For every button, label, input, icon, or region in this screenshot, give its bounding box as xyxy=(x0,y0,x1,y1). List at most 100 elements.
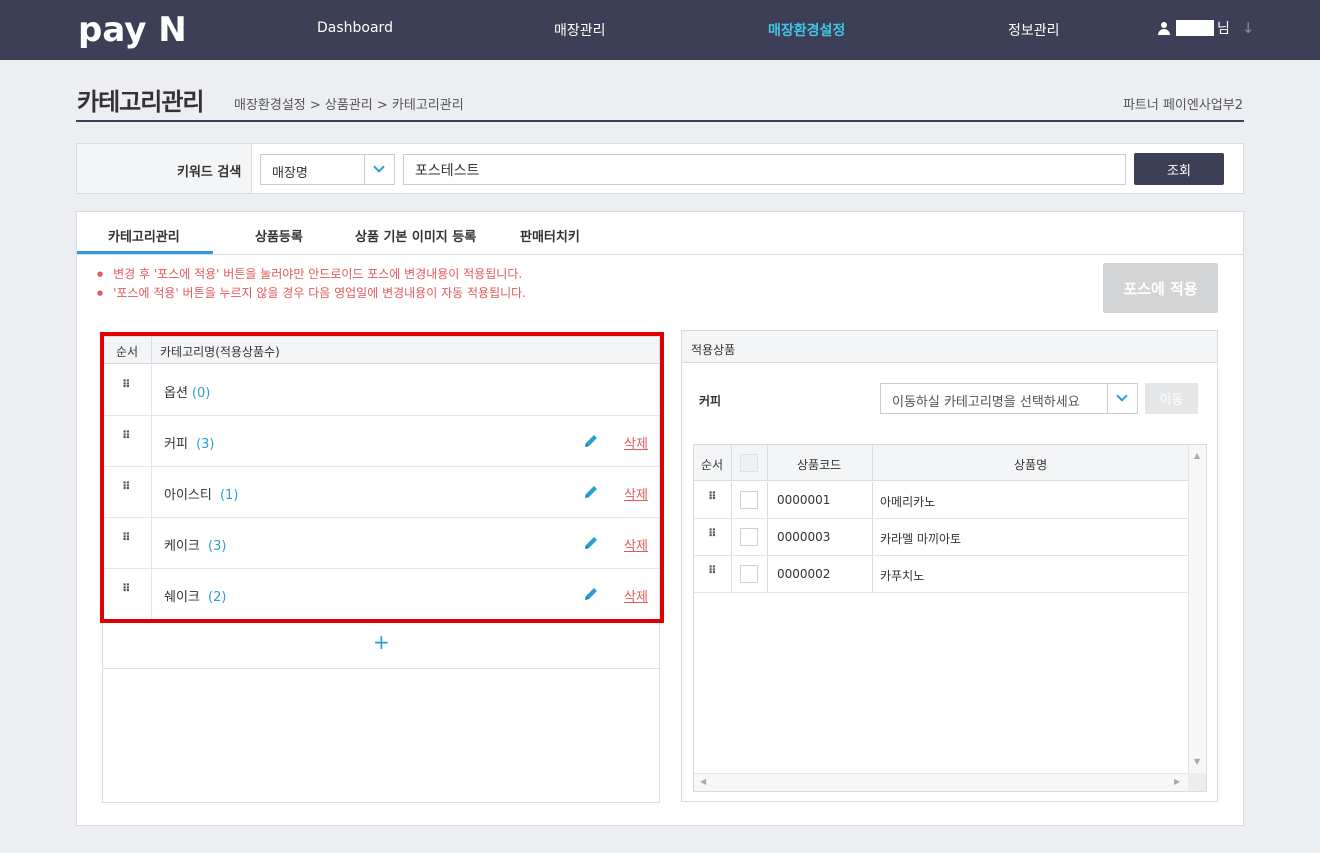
top-navbar: pay N Dashboard 매장관리 매장환경설정 정보관리 님 ↓ xyxy=(0,0,1320,60)
col-order: 순서 xyxy=(116,345,139,359)
table-row[interactable]: ⠿ 0000003 카라멜 마끼아토 xyxy=(694,519,1188,556)
tab-product-image-registration[interactable]: 상품 기본 이미지 등록 xyxy=(355,226,476,245)
search-panel: 키워드 검색 매장명 조회 xyxy=(76,143,1244,194)
product-name: 카라멜 마끼아토 xyxy=(880,532,962,546)
drag-handle-icon[interactable]: ⠿ xyxy=(122,532,131,543)
user-name-redacted xyxy=(1176,20,1214,36)
product-code: 0000002 xyxy=(777,567,831,581)
divider xyxy=(872,445,873,481)
horizontal-scrollbar[interactable]: ◀ ▶ xyxy=(694,773,1188,791)
category-name[interactable]: 쉐이크 (2) xyxy=(164,586,226,605)
product-count: (2) xyxy=(208,590,227,605)
tab-bar: 카테고리관리 상품등록 상품 기본 이미지 등록 판매터치키 xyxy=(77,212,1243,255)
arrow-down-icon[interactable]: ↓ xyxy=(1242,19,1255,37)
row-checkbox[interactable] xyxy=(740,491,758,509)
product-grid-header: 순서 상품코드 상품명 xyxy=(694,445,1188,481)
nav-dashboard[interactable]: Dashboard xyxy=(317,20,393,36)
row-checkbox[interactable] xyxy=(740,528,758,546)
divider xyxy=(767,519,768,555)
divider xyxy=(872,482,873,518)
vertical-scrollbar[interactable]: ▲ ▼ xyxy=(1188,445,1206,791)
delete-link[interactable]: 삭제 xyxy=(624,586,648,605)
divider xyxy=(151,467,152,517)
category-name[interactable]: 케이크 (3) xyxy=(164,535,226,554)
scroll-up-icon[interactable]: ▲ xyxy=(1194,451,1200,460)
category-row[interactable]: ⠿ 커피 (3) 삭제 xyxy=(103,416,659,467)
notice-list: 변경 후 '포스에 적용' 버튼을 눌러야만 안드로이드 포스에 변경내용이 적… xyxy=(97,265,526,303)
keyword-input[interactable] xyxy=(403,154,1126,185)
scrollbar-corner xyxy=(1188,773,1206,791)
divider xyxy=(872,519,873,555)
scroll-left-icon[interactable]: ◀ xyxy=(700,777,706,786)
nav-info-management[interactable]: 정보관리 xyxy=(1008,20,1060,40)
divider xyxy=(767,482,768,518)
drag-handle-icon[interactable]: ⠿ xyxy=(122,583,131,594)
category-list-panel: 순서 카테고리명(적용상품수) ⠿ 옵션 (0) ⠿ 커피 (3) 삭제 ⠿ 아이… xyxy=(102,336,660,803)
breadcrumb: 매장환경설정 > 상품관리 > 카테고리관리 xyxy=(234,98,464,113)
product-name: 아메리카노 xyxy=(880,495,936,509)
tab-category-management[interactable]: 카테고리관리 xyxy=(108,226,180,245)
plus-icon[interactable]: + xyxy=(373,630,390,654)
pencil-icon[interactable] xyxy=(583,484,599,500)
tab-sales-touch-key[interactable]: 판매터치키 xyxy=(520,226,580,245)
drag-handle-icon[interactable]: ⠿ xyxy=(708,565,717,576)
applied-products-panel: 적용상품 커피 이동하실 카테고리명을 선택하세요 이동 순서 상품코드 상품명… xyxy=(681,330,1218,802)
category-name[interactable]: 옵션 (0) xyxy=(164,382,210,401)
nav-store-settings[interactable]: 매장환경설정 xyxy=(768,20,845,40)
product-count: (3) xyxy=(196,437,215,452)
divider xyxy=(151,416,152,466)
move-button[interactable]: 이동 xyxy=(1145,383,1198,414)
category-name[interactable]: 아이스티 (1) xyxy=(164,484,238,503)
drag-handle-icon[interactable]: ⠿ xyxy=(122,430,131,441)
scroll-down-icon[interactable]: ▼ xyxy=(1194,757,1200,766)
user-menu[interactable]: 님 ↓ xyxy=(1157,18,1254,38)
pencil-icon[interactable] xyxy=(583,433,599,449)
search-type-select[interactable]: 매장명 xyxy=(260,154,395,185)
product-grid: 순서 상품코드 상품명 ⠿ 0000001 아메리카노 ⠿ 0000003 카라… xyxy=(693,444,1207,792)
category-row[interactable]: ⠿ 케이크 (3) 삭제 xyxy=(103,518,659,569)
delete-link[interactable]: 삭제 xyxy=(624,433,648,452)
nav-store-management[interactable]: 매장관리 xyxy=(554,20,606,40)
delete-link[interactable]: 삭제 xyxy=(624,535,648,554)
category-row[interactable]: ⠿ 옵션 (0) xyxy=(103,365,659,416)
move-category-placeholder: 이동하실 카테고리명을 선택하세요 xyxy=(892,395,1080,410)
category-name[interactable]: 커피 (3) xyxy=(164,433,214,452)
divider xyxy=(872,556,873,592)
product-count: (0) xyxy=(191,386,211,401)
product-name: 카푸치노 xyxy=(880,569,925,583)
pencil-icon[interactable] xyxy=(583,586,599,602)
col-product-name: 상품명 xyxy=(1014,458,1048,472)
category-row[interactable]: ⠿ 아이스티 (1) 삭제 xyxy=(103,467,659,518)
move-category-select[interactable]: 이동하실 카테고리명을 선택하세요 xyxy=(880,383,1138,414)
drag-handle-icon[interactable]: ⠿ xyxy=(708,528,717,539)
search-label: 키워드 검색 xyxy=(177,165,242,180)
chevron-down-icon xyxy=(1116,390,1128,402)
scroll-right-icon[interactable]: ▶ xyxy=(1174,777,1180,786)
table-row[interactable]: ⠿ 0000001 아메리카노 xyxy=(694,482,1188,519)
delete-link[interactable]: 삭제 xyxy=(624,484,648,503)
chevron-down-icon xyxy=(373,161,385,173)
search-button[interactable]: 조회 xyxy=(1134,153,1224,185)
select-all-checkbox[interactable] xyxy=(740,454,758,472)
add-category-row[interactable]: + xyxy=(103,620,659,669)
divider xyxy=(731,445,732,481)
drag-handle-icon[interactable]: ⠿ xyxy=(708,491,717,502)
divider xyxy=(731,482,732,518)
table-row[interactable]: ⠿ 0000002 카푸치노 xyxy=(694,556,1188,593)
user-suffix: 님 xyxy=(1217,21,1230,37)
drag-handle-icon[interactable]: ⠿ xyxy=(122,379,131,390)
select-arrow[interactable] xyxy=(1107,384,1137,413)
category-table-header: 순서 카테고리명(적용상품수) xyxy=(103,337,659,364)
product-code: 0000003 xyxy=(777,530,831,544)
partner-name: 파트너 페이엔사업부2 xyxy=(1122,98,1243,113)
apply-to-pos-button[interactable]: 포스에 적용 xyxy=(1103,263,1218,313)
tab-product-registration[interactable]: 상품등록 xyxy=(255,226,303,245)
select-arrow[interactable] xyxy=(364,155,394,184)
divider xyxy=(767,445,768,481)
pencil-icon[interactable] xyxy=(583,535,599,551)
drag-handle-icon[interactable]: ⠿ xyxy=(122,481,131,492)
payn-logo[interactable]: pay N xyxy=(78,10,187,50)
row-checkbox[interactable] xyxy=(740,565,758,583)
category-row[interactable]: ⠿ 쉐이크 (2) 삭제 xyxy=(103,569,659,620)
user-icon xyxy=(1157,21,1171,35)
